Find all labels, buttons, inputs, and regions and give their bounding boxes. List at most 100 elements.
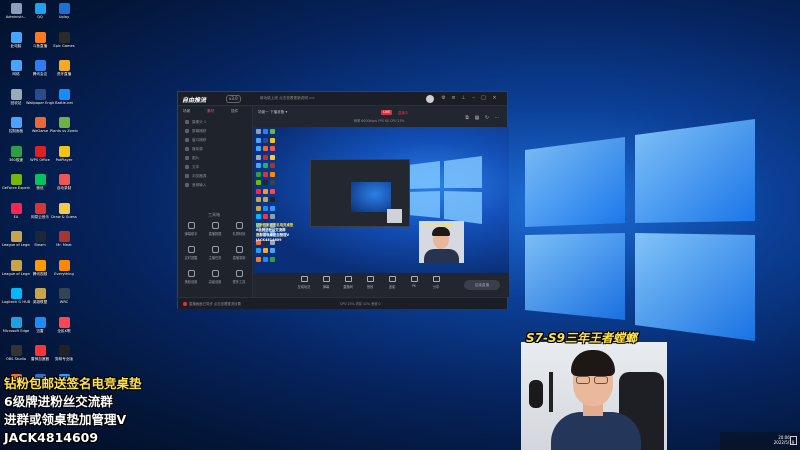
status-message[interactable]: 直播画面已同步 点击查看推流设置 bbox=[183, 301, 241, 306]
preview-desktop-icon bbox=[263, 180, 268, 185]
app-logo: 自由推流 bbox=[182, 97, 207, 104]
desktop-icon[interactable]: Epic Games bbox=[50, 31, 78, 60]
promo-line: 6级牌进粉丝交流群 bbox=[4, 394, 113, 409]
copy-icon[interactable]: ⧉ bbox=[464, 115, 470, 121]
preview-desktop-icon bbox=[256, 214, 261, 219]
desktop-icon-grid: Administr... 此电脑 网络 回收站 控制面板 360极速 GeForce Exp… bbox=[0, 0, 125, 430]
tool-button[interactable]: 高级设置 bbox=[204, 270, 226, 288]
tab-scenes[interactable]: 场景 bbox=[183, 109, 190, 114]
tool-button[interactable]: 直播数据 bbox=[204, 222, 226, 240]
streaming-app-window[interactable]: 自由推流 v3.0 新功能上线 点击查看更新说明 >> ⚙ ≡ ⊥ – □ × … bbox=[177, 91, 509, 309]
sound-effect-icon bbox=[366, 276, 374, 282]
grid-icon[interactable]: ▦ bbox=[474, 115, 480, 121]
close-icon[interactable]: × bbox=[491, 95, 498, 102]
desktop-icon[interactable]: 剪映专业版 bbox=[50, 344, 78, 373]
tool-button[interactable]: 美颜设置 bbox=[180, 270, 202, 288]
source-item[interactable]: 摄像头 1 bbox=[185, 119, 245, 126]
preview-desktop-icon bbox=[256, 137, 261, 143]
toolbar-button[interactable]: 直播间 bbox=[338, 276, 358, 289]
beauty-icon bbox=[187, 270, 195, 277]
toolbar-button[interactable]: 音效 bbox=[360, 276, 380, 289]
promo-overlay: 钻粉包邮送签名电竞桌垫 6级牌进粉丝交流群 进群或领桌垫加管理V JACK481… bbox=[4, 375, 179, 447]
scene-selector[interactable]: 场景一 下播准备 ▾ bbox=[258, 110, 287, 115]
end-live-button[interactable]: 结束直播 bbox=[464, 280, 500, 290]
nested-camera bbox=[387, 209, 402, 223]
interact-icon bbox=[300, 276, 308, 282]
desktop-icon-label: Plants vs Zombies bbox=[50, 129, 78, 133]
source-item[interactable]: 窗口捕获 bbox=[185, 137, 245, 144]
settings-icon[interactable]: ⚙ bbox=[440, 95, 447, 102]
preview-desktop-icon bbox=[270, 214, 275, 219]
desktop-icon[interactable]: Uplay bbox=[50, 2, 78, 31]
update-notice-link[interactable]: 新功能上线 点击查看更新说明 >> bbox=[260, 96, 315, 101]
app-icon bbox=[34, 316, 46, 328]
app-icon bbox=[34, 202, 46, 214]
desktop-icon[interactable]: 虎牙直播 bbox=[50, 59, 78, 88]
app-icon bbox=[58, 60, 70, 71]
source-item[interactable]: 图片 bbox=[185, 155, 245, 162]
desktop-icon[interactable]: Battle.net bbox=[50, 88, 78, 117]
source-item[interactable]: 浏览器源 bbox=[185, 173, 245, 180]
source-item[interactable]: 文本 bbox=[185, 164, 245, 171]
live-badge: LIVE bbox=[381, 110, 393, 115]
status-dot-icon bbox=[183, 302, 187, 306]
desktop-icon-label: Everything bbox=[54, 271, 74, 276]
desktop-icon[interactable]: Mr. Meat bbox=[50, 230, 78, 259]
desktop-icon[interactable]: Everything bbox=[50, 259, 78, 288]
more-options-icon[interactable]: ⋯ bbox=[494, 115, 500, 121]
preview-desktop-icon bbox=[256, 197, 261, 202]
taskbar-tray[interactable]: 20:06 2022/5/19 bbox=[720, 432, 800, 450]
menu-icon[interactable]: ≡ bbox=[450, 95, 457, 102]
desktop-icon-label: 全民K歌 bbox=[57, 328, 71, 333]
tab-plugins[interactable]: 插件 bbox=[231, 109, 238, 114]
tool-button[interactable]: 礼物特效 bbox=[228, 222, 250, 240]
notification-icon[interactable] bbox=[790, 436, 797, 445]
tab-sources[interactable]: 素材 bbox=[207, 109, 214, 114]
nested-preview bbox=[351, 182, 391, 212]
browser-icon bbox=[185, 174, 189, 178]
avatar[interactable] bbox=[426, 95, 434, 103]
preview-desktop-icon bbox=[270, 197, 275, 202]
desktop-icon[interactable]: 自动录制 bbox=[50, 173, 78, 202]
source-item[interactable]: 媒体源 bbox=[185, 146, 245, 153]
toolbar-button[interactable]: 分享 bbox=[426, 276, 446, 289]
toolbar-button[interactable]: 弹幕 bbox=[316, 276, 336, 289]
desktop-icon[interactable]: Plants vs Zombies bbox=[50, 116, 78, 145]
tool-button[interactable]: 主播任务 bbox=[204, 246, 226, 264]
tool-button[interactable]: 直播录制 bbox=[228, 246, 250, 264]
pin-icon[interactable]: ⊥ bbox=[460, 95, 467, 102]
desktop-icon[interactable]: 全民K歌 bbox=[50, 316, 78, 345]
toolbar-button[interactable]: 互动玩法 bbox=[294, 276, 314, 289]
preview-desktop-icon bbox=[256, 154, 261, 160]
minimize-icon[interactable]: – bbox=[470, 95, 477, 102]
preview-desktop-icon bbox=[263, 163, 268, 168]
maximize-icon[interactable]: □ bbox=[480, 95, 487, 102]
screen-icon bbox=[185, 129, 189, 133]
tool-button[interactable]: 弹幕助手 bbox=[180, 222, 202, 240]
tool-button[interactable]: 更多工具 bbox=[228, 270, 250, 288]
tool-button[interactable]: 定时提醒 bbox=[180, 246, 202, 264]
app-icon bbox=[34, 145, 46, 157]
preview-desktop-icon bbox=[256, 146, 261, 151]
app-icon bbox=[34, 231, 46, 242]
desktop-icon[interactable]: WRC bbox=[50, 287, 78, 316]
preview-desktop-icon bbox=[270, 154, 275, 160]
stream-preview[interactable]: 钻粉包邮送签名电竞桌垫 6级牌进粉丝交流群 进群或领桌垫加管理V JACK481… bbox=[254, 127, 509, 273]
version-badge[interactable]: v3.0 bbox=[226, 95, 241, 103]
toolbar-button[interactable]: PK bbox=[404, 276, 424, 288]
desktop-icon[interactable]: PotPlayer bbox=[50, 145, 78, 174]
streamer-hair bbox=[432, 227, 450, 236]
webcam-feed bbox=[521, 342, 667, 450]
source-item[interactable]: 音频输入 bbox=[185, 182, 245, 189]
preview-desktop-icon bbox=[270, 180, 275, 185]
refresh-icon[interactable]: ↻ bbox=[484, 115, 490, 121]
sidebar-tabs: 场景 素材 插件 bbox=[183, 109, 251, 117]
nested-app-window bbox=[310, 159, 410, 227]
preview-desktop-icon bbox=[263, 197, 268, 202]
app-icon bbox=[10, 60, 22, 71]
toolbar-button[interactable]: 连麦 bbox=[382, 276, 402, 289]
source-item[interactable]: 屏幕捕获 bbox=[185, 128, 245, 135]
title-bar[interactable]: 自由推流 v3.0 新功能上线 点击查看更新说明 >> ⚙ ≡ ⊥ – □ × bbox=[178, 92, 507, 106]
desktop-icon[interactable]: Draw & Guess bbox=[50, 202, 78, 231]
preview-desktop-icon bbox=[256, 163, 261, 168]
